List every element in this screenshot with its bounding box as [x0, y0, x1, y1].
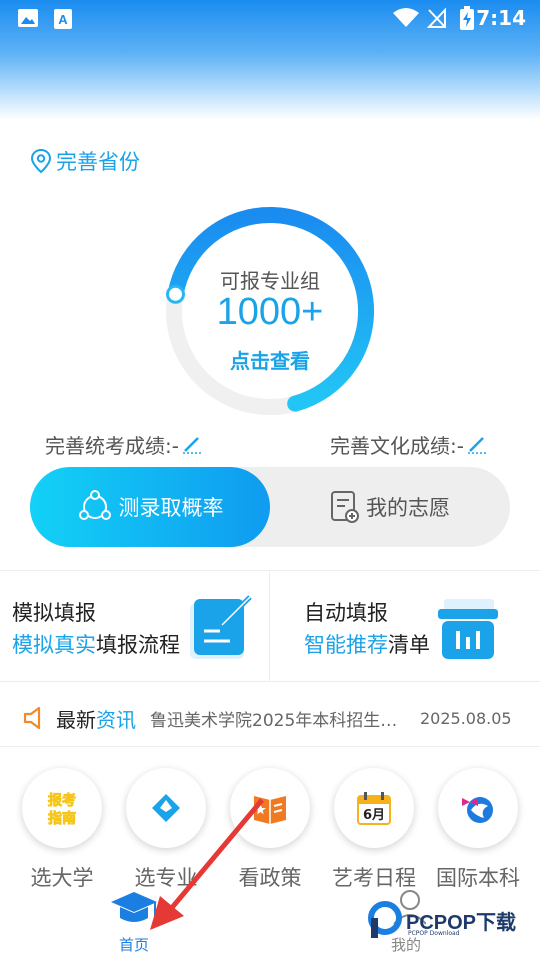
- calendar-icon: 6月: [334, 768, 414, 848]
- tab-home-label: 首页: [118, 936, 149, 954]
- tab-home[interactable]: 首页: [98, 888, 170, 955]
- culture-score-field[interactable]: 完善文化成绩:-: [330, 430, 488, 459]
- feature-cards: 模拟填报 模拟真实填报流程 自动填报 智能推荐清单: [0, 570, 540, 682]
- major-group-gauge[interactable]: 可报专业组 1000+ 点击查看: [162, 203, 378, 419]
- news-text: 鲁迅美术学院2025年本科招生简章: [150, 710, 408, 731]
- probability-tab[interactable]: 测录取概率: [30, 467, 270, 547]
- svg-text:A: A: [58, 12, 68, 27]
- speaker-icon: [23, 706, 41, 730]
- unified-score-field[interactable]: 完善统考成绩:-: [45, 430, 203, 459]
- gauge-count: 1000+: [216, 291, 324, 333]
- battery-charging-icon: [460, 6, 474, 30]
- international-icon: [438, 768, 518, 848]
- pcpop-watermark: PCPOP下载 PCPOP Download: [368, 900, 516, 940]
- news-heading: 最新资讯: [56, 707, 136, 732]
- document-edit-icon: [331, 491, 359, 523]
- edit-pencil-icon: [467, 436, 486, 454]
- news-ticker[interactable]: 最新资讯 鲁迅美术学院2025年本科招生简章 2025.08.05: [0, 690, 540, 747]
- auto-fill-card[interactable]: 自动填报 智能推荐清单: [270, 571, 539, 681]
- province-label: 完善省份: [56, 150, 140, 174]
- status-bar: A 7:14: [0, 0, 540, 38]
- simulate-fill-title: 模拟填报: [12, 601, 96, 625]
- svg-text:报考: 报考: [48, 792, 76, 809]
- font-app-icon: A: [54, 9, 72, 29]
- gallery-icon: [18, 9, 38, 27]
- diamond-icon: [126, 768, 206, 848]
- probability-tab-label: 测录取概率: [118, 496, 224, 520]
- culture-score-label: 完善文化成绩:-: [330, 434, 464, 458]
- province-selector[interactable]: 完善省份: [30, 146, 140, 176]
- my-wishes-tab[interactable]: 我的志愿: [270, 467, 510, 547]
- pcpop-logo-icon: [368, 901, 402, 938]
- category-international-undergrad[interactable]: 国际本科: [426, 768, 530, 892]
- policy-book-icon: [230, 768, 310, 848]
- news-date: 2025.08.05: [420, 708, 512, 728]
- category-policy[interactable]: 看政策: [218, 768, 322, 892]
- svg-text:指南: 指南: [48, 810, 76, 827]
- watermark-sub: PCPOP Download: [408, 930, 460, 937]
- mode-toggle: 测录取概率 我的志愿: [30, 467, 510, 547]
- graduation-cap-icon: [111, 892, 157, 922]
- svg-text:6月: 6月: [363, 808, 385, 823]
- category-row: 报考 指南 选大学 选专业 看政策 6月 艺考日程 国际本科: [0, 768, 540, 898]
- edit-pencil-icon: [182, 436, 201, 454]
- simulate-fill-card[interactable]: 模拟填报 模拟真实填报流程: [0, 571, 270, 681]
- my-wishes-tab-label: 我的志愿: [366, 496, 450, 520]
- gauge-title: 可报专业组: [220, 269, 320, 293]
- no-signal-icon: [427, 7, 446, 28]
- wifi-icon: [393, 8, 419, 27]
- form-edit-icon: [190, 595, 252, 659]
- simulate-fill-subtitle: 模拟真实填报流程: [12, 633, 180, 657]
- location-pin-icon: [30, 148, 52, 174]
- auto-fill-subtitle: 智能推荐清单: [304, 633, 430, 657]
- unified-score-label: 完善统考成绩:-: [45, 434, 179, 458]
- gauge-view-link[interactable]: 点击查看: [162, 345, 378, 374]
- category-choose-university[interactable]: 报考 指南 选大学: [10, 768, 114, 892]
- auto-fill-title: 自动填报: [304, 601, 388, 625]
- chart-bin-icon: [438, 599, 498, 659]
- share-nodes-icon: [78, 490, 111, 520]
- exam-guide-icon: 报考 指南: [22, 768, 102, 848]
- category-choose-major[interactable]: 选专业: [114, 768, 218, 892]
- category-art-exam-schedule[interactable]: 6月 艺考日程: [322, 768, 426, 892]
- status-time: 7:14: [476, 6, 526, 30]
